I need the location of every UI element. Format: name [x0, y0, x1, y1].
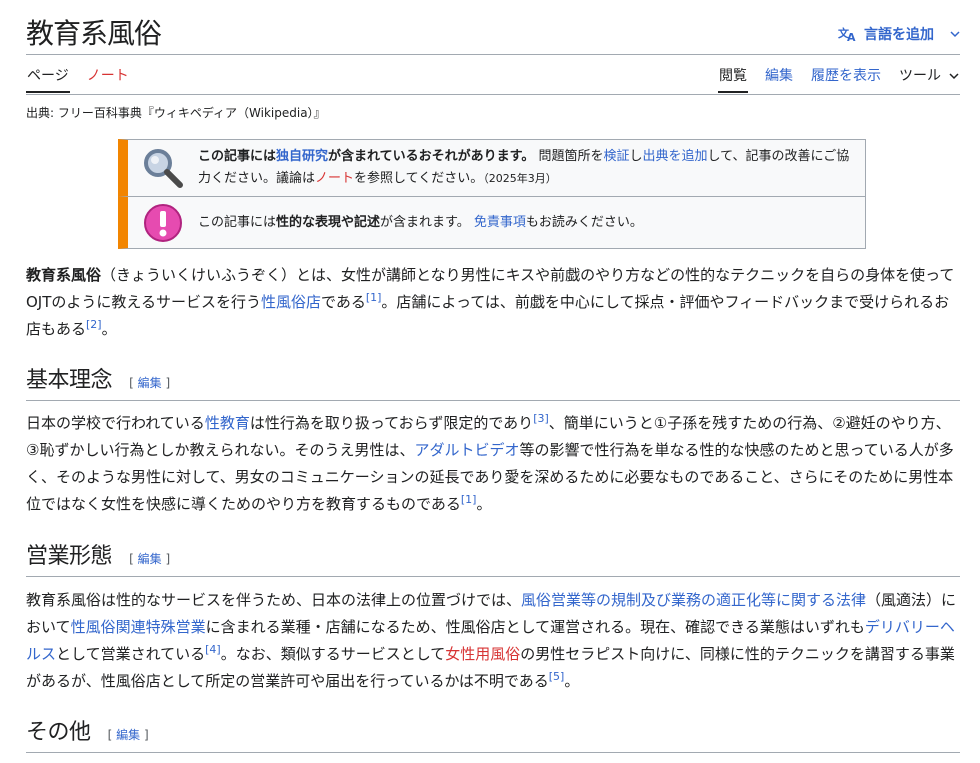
- tagline: 出典: フリー百科事典『ウィキペディア（Wikipedia）』: [26, 106, 326, 120]
- paragraph-text: 。: [101, 320, 117, 338]
- add-language-label: 言語を追加: [864, 27, 934, 43]
- paragraph-text: は性行為を取り扱っておらず限定的であり: [249, 414, 534, 432]
- edit-label[interactable]: 編集: [138, 552, 162, 566]
- tab-history[interactable]: 履歴を表示: [810, 64, 882, 93]
- paragraph-text: として営業されている: [56, 645, 206, 663]
- notice-text: この記事には: [198, 149, 277, 164]
- tab-tools[interactable]: ツール: [898, 64, 960, 93]
- edit-label[interactable]: 編集: [138, 376, 162, 390]
- article-subject: 教育系風俗: [26, 266, 102, 284]
- disclaimer-link[interactable]: 免責事項: [474, 215, 526, 230]
- section1-paragraph: 日本の学校で行われている性教育は性行為を取り扱っておらず限定的であり[3]、簡単…: [26, 410, 960, 518]
- talk-link[interactable]: ノート: [315, 171, 354, 186]
- notice-text: が含まれます。: [380, 214, 470, 230]
- section-title: 営業形態: [26, 544, 113, 569]
- section-heading-other: その他 [ 編集 ]: [26, 716, 960, 753]
- notice-text: が含まれているおそれがあります。: [328, 149, 535, 164]
- section-title: その他: [26, 720, 91, 745]
- ref-1[interactable]: [1]: [366, 291, 382, 304]
- chevron-down-icon: [949, 65, 959, 89]
- notice-text: 問題箇所を: [538, 149, 604, 164]
- notice-text: もお読みください。: [525, 214, 643, 230]
- tabs-row: ページ ノート 閲覧 編集 履歴を表示 ツール: [26, 64, 960, 95]
- tools-label: ツール: [899, 68, 941, 84]
- edit-section-link[interactable]: [ 編集 ]: [129, 552, 170, 566]
- translate-icon: 文A: [838, 26, 858, 42]
- tab-edit[interactable]: 編集: [764, 64, 794, 93]
- svg-text:A: A: [847, 31, 856, 42]
- notice-text: を参照してください。: [354, 171, 484, 186]
- paragraph-text: 。: [564, 672, 580, 690]
- notice-text: この記事には: [198, 214, 277, 230]
- warning-icon: [128, 203, 198, 243]
- tab-page[interactable]: ページ: [26, 64, 70, 93]
- intro-paragraph: 教育系風俗（きょういくけいふうぞく）とは、女性が講師となり男性にキスや前戯のやり…: [26, 262, 960, 343]
- ref-2[interactable]: [2]: [86, 318, 102, 331]
- paragraph-text: 日本の学校で行われている: [26, 414, 205, 432]
- page-title: 教育系風俗: [26, 17, 162, 50]
- link-sex-industry-store[interactable]: 性風俗店: [261, 293, 321, 311]
- edit-label[interactable]: 編集: [116, 728, 140, 742]
- ref-4[interactable]: [4]: [205, 643, 221, 656]
- link-entertainment-business-law[interactable]: 風俗営業等の規制及び業務の適正化等に関する法律: [521, 591, 866, 609]
- tab-talk[interactable]: ノート: [86, 64, 130, 93]
- notice-text: 性的な表現や記述: [276, 214, 381, 230]
- chevron-down-icon: [950, 30, 960, 38]
- paragraph-text: 。: [476, 495, 492, 513]
- paragraph-text: 。なお、類似するサービスとして: [220, 645, 446, 663]
- section-title: 基本理念: [26, 368, 113, 393]
- section-heading-business-form: 営業形態 [ 編集 ]: [26, 540, 960, 577]
- add-sources-link[interactable]: 出典を追加: [643, 149, 708, 164]
- notice-date: （2025年3月）: [483, 172, 557, 185]
- title-row: 教育系風俗 文A 言語を追加: [26, 14, 960, 55]
- sexual-content-notice: この記事には性的な表現や記述が含まれます。 免責事項もお読みください。: [118, 197, 866, 249]
- add-language-button[interactable]: 文A 言語を追加: [838, 24, 960, 44]
- link-special-sex-business[interactable]: 性風俗関連特殊営業: [71, 618, 206, 636]
- section2-paragraph: 教育系風俗は性的なサービスを伴うため、日本の法律上の位置づけでは、風俗営業等の規…: [26, 587, 960, 695]
- paragraph-text: である: [320, 293, 366, 311]
- ref-5[interactable]: [5]: [549, 670, 565, 683]
- ref-3[interactable]: [3]: [533, 412, 549, 425]
- link-adult-video[interactable]: アダルトビデオ: [414, 441, 519, 459]
- section-heading-basic-principle: 基本理念 [ 編集 ]: [26, 364, 960, 401]
- notice-text: し: [629, 149, 643, 164]
- link-female-sex-service[interactable]: 女性用風俗: [445, 645, 520, 663]
- edit-section-link[interactable]: [ 編集 ]: [108, 728, 149, 742]
- paragraph-text: 教育系風俗は性的なサービスを伴うため、日本の法律上の位置づけでは、: [26, 591, 522, 609]
- original-research-notice: この記事には独自研究が含まれているおそれがあります。 問題箇所を検証し出典を追加…: [118, 139, 866, 197]
- magnifier-icon: [128, 147, 198, 189]
- tab-read[interactable]: 閲覧: [718, 64, 748, 93]
- verify-link[interactable]: 検証: [604, 149, 630, 164]
- link-sex-education[interactable]: 性教育: [205, 414, 250, 432]
- edit-section-link[interactable]: [ 編集 ]: [129, 376, 170, 390]
- message-boxes: この記事には独自研究が含まれているおそれがあります。 問題箇所を検証し出典を追加…: [118, 139, 866, 249]
- paragraph-text: に含まれる業種・店舗になるため、性風俗店として運営される。現在、確認できる業態は…: [205, 618, 865, 636]
- original-research-link[interactable]: 独自研究: [276, 149, 328, 164]
- ref-1[interactable]: [1]: [461, 493, 477, 506]
